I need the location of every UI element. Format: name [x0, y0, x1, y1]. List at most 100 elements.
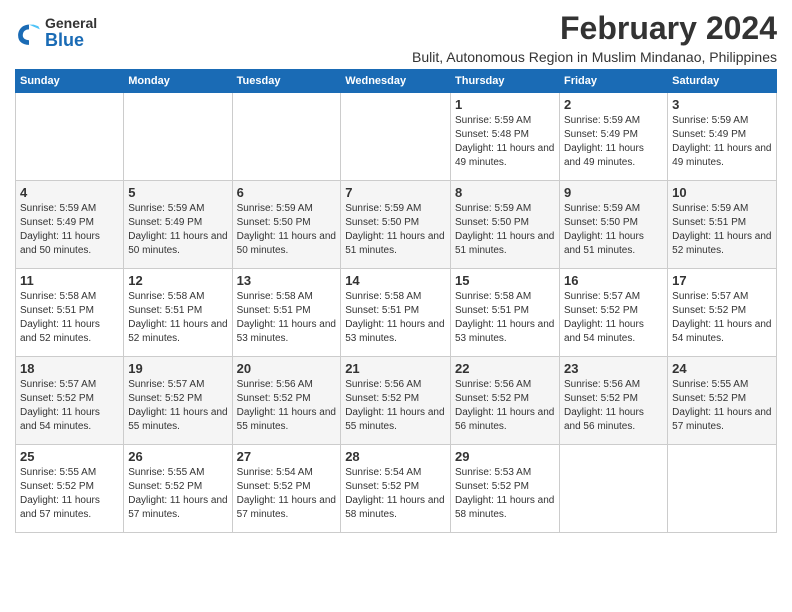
- day-number: 11: [20, 273, 119, 288]
- day-info: Sunrise: 5:59 AMSunset: 5:51 PMDaylight:…: [672, 202, 772, 258]
- calendar-row-4: 25 Sunrise: 5:55 AMSunset: 5:52 PMDayligh…: [16, 445, 777, 533]
- day-number: 28: [345, 449, 446, 464]
- calendar-cell: 24 Sunrise: 5:55 AMSunset: 5:52 PMDayligh…: [668, 357, 777, 445]
- calendar-cell: [668, 445, 777, 533]
- calendar-cell: 27 Sunrise: 5:54 AMSunset: 5:52 PMDayligh…: [232, 445, 341, 533]
- col-header-tuesday: Tuesday: [232, 70, 341, 93]
- day-info: Sunrise: 5:59 AMSunset: 5:49 PMDaylight:…: [128, 202, 227, 258]
- day-info: Sunrise: 5:58 AMSunset: 5:51 PMDaylight:…: [455, 290, 555, 346]
- calendar-table: SundayMondayTuesdayWednesdayThursdayFrid…: [15, 69, 777, 533]
- calendar-cell: 28 Sunrise: 5:54 AMSunset: 5:52 PMDayligh…: [341, 445, 451, 533]
- day-number: 1: [455, 97, 555, 112]
- calendar-cell: 25 Sunrise: 5:55 AMSunset: 5:52 PMDayligh…: [16, 445, 124, 533]
- day-number: 5: [128, 185, 227, 200]
- header: General Blue February 2024 Bulit, Autono…: [15, 10, 777, 65]
- calendar-cell: 18 Sunrise: 5:57 AMSunset: 5:52 PMDayligh…: [16, 357, 124, 445]
- calendar-cell: 3 Sunrise: 5:59 AMSunset: 5:49 PMDaylight…: [668, 93, 777, 181]
- calendar-row-1: 4Sunrise: 5:59 AMSunset: 5:49 PMDaylight…: [16, 181, 777, 269]
- day-info: Sunrise: 5:55 AMSunset: 5:52 PMDaylight:…: [128, 466, 227, 522]
- col-header-friday: Friday: [559, 70, 667, 93]
- day-number: 16: [564, 273, 663, 288]
- day-number: 14: [345, 273, 446, 288]
- day-number: 24: [672, 361, 772, 376]
- day-number: 15: [455, 273, 555, 288]
- day-number: 27: [237, 449, 337, 464]
- day-info: Sunrise: 5:59 AMSunset: 5:49 PMDaylight:…: [564, 114, 663, 170]
- day-number: 3: [672, 97, 772, 112]
- day-number: 18: [20, 361, 119, 376]
- col-header-sunday: Sunday: [16, 70, 124, 93]
- calendar-cell: 22Sunrise: 5:56 AMSunset: 5:52 PMDayligh…: [451, 357, 560, 445]
- subtitle: Bulit, Autonomous Region in Muslim Minda…: [412, 49, 777, 65]
- calendar-cell: 2 Sunrise: 5:59 AMSunset: 5:49 PMDaylight…: [559, 93, 667, 181]
- day-number: 12: [128, 273, 227, 288]
- day-info: Sunrise: 5:54 AMSunset: 5:52 PMDaylight:…: [345, 466, 446, 522]
- day-number: 26: [128, 449, 227, 464]
- logo-text: General Blue: [45, 16, 97, 51]
- logo-blue-text: Blue: [45, 31, 97, 51]
- calendar-cell: 17 Sunrise: 5:57 AMSunset: 5:52 PMDayligh…: [668, 269, 777, 357]
- col-header-monday: Monday: [124, 70, 232, 93]
- calendar-cell: 20 Sunrise: 5:56 AMSunset: 5:52 PMDayligh…: [232, 357, 341, 445]
- calendar-cell: 14 Sunrise: 5:58 AMSunset: 5:51 PMDayligh…: [341, 269, 451, 357]
- day-info: Sunrise: 5:59 AMSunset: 5:50 PMDaylight:…: [455, 202, 555, 258]
- logo: General Blue: [15, 16, 97, 51]
- day-info: Sunrise: 5:58 AMSunset: 5:51 PMDaylight:…: [345, 290, 446, 346]
- day-info: Sunrise: 5:59 AMSunset: 5:49 PMDaylight:…: [20, 202, 119, 258]
- calendar-cell: 9Sunrise: 5:59 AMSunset: 5:50 PMDaylight…: [559, 181, 667, 269]
- day-number: 9: [564, 185, 663, 200]
- day-number: 10: [672, 185, 772, 200]
- day-number: 17: [672, 273, 772, 288]
- calendar-cell: [124, 93, 232, 181]
- day-number: 8: [455, 185, 555, 200]
- title-area: February 2024 Bulit, Autonomous Region i…: [412, 10, 777, 65]
- calendar-cell: 4Sunrise: 5:59 AMSunset: 5:49 PMDaylight…: [16, 181, 124, 269]
- day-info: Sunrise: 5:58 AMSunset: 5:51 PMDaylight:…: [20, 290, 119, 346]
- day-info: Sunrise: 5:55 AMSunset: 5:52 PMDaylight:…: [20, 466, 119, 522]
- calendar-row-3: 18 Sunrise: 5:57 AMSunset: 5:52 PMDayligh…: [16, 357, 777, 445]
- day-info: Sunrise: 5:57 AMSunset: 5:52 PMDaylight:…: [672, 290, 772, 346]
- calendar-cell: 13Sunrise: 5:58 AMSunset: 5:51 PMDayligh…: [232, 269, 341, 357]
- day-number: 29: [455, 449, 555, 464]
- day-number: 21: [345, 361, 446, 376]
- day-info: Sunrise: 5:55 AMSunset: 5:52 PMDaylight:…: [672, 378, 772, 434]
- day-info: Sunrise: 5:59 AMSunset: 5:50 PMDaylight:…: [237, 202, 337, 258]
- calendar-cell: [559, 445, 667, 533]
- day-info: Sunrise: 5:56 AMSunset: 5:52 PMDaylight:…: [345, 378, 446, 434]
- calendar-cell: 23 Sunrise: 5:56 AMSunset: 5:52 PMDayligh…: [559, 357, 667, 445]
- day-number: 23: [564, 361, 663, 376]
- day-info: Sunrise: 5:58 AMSunset: 5:51 PMDaylight:…: [128, 290, 227, 346]
- month-title: February 2024: [412, 10, 777, 47]
- day-number: 20: [237, 361, 337, 376]
- day-info: Sunrise: 5:56 AMSunset: 5:52 PMDaylight:…: [455, 378, 555, 434]
- day-number: 13: [237, 273, 337, 288]
- calendar-cell: [232, 93, 341, 181]
- day-info: Sunrise: 5:54 AMSunset: 5:52 PMDaylight:…: [237, 466, 337, 522]
- calendar-cell: 8 Sunrise: 5:59 AMSunset: 5:50 PMDaylight…: [451, 181, 560, 269]
- calendar-cell: 11 Sunrise: 5:58 AMSunset: 5:51 PMDayligh…: [16, 269, 124, 357]
- calendar-cell: 5 Sunrise: 5:59 AMSunset: 5:49 PMDaylight…: [124, 181, 232, 269]
- day-info: Sunrise: 5:53 AMSunset: 5:52 PMDaylight:…: [455, 466, 555, 522]
- calendar-cell: 29 Sunrise: 5:53 AMSunset: 5:52 PMDayligh…: [451, 445, 560, 533]
- day-number: 6: [237, 185, 337, 200]
- day-number: 25: [20, 449, 119, 464]
- calendar-cell: 16 Sunrise: 5:57 AMSunset: 5:52 PMDayligh…: [559, 269, 667, 357]
- calendar-cell: 6 Sunrise: 5:59 AMSunset: 5:50 PMDaylight…: [232, 181, 341, 269]
- day-info: Sunrise: 5:57 AMSunset: 5:52 PMDaylight:…: [128, 378, 227, 434]
- day-info: Sunrise: 5:56 AMSunset: 5:52 PMDaylight:…: [237, 378, 337, 434]
- day-info: Sunrise: 5:56 AMSunset: 5:52 PMDaylight:…: [564, 378, 663, 434]
- day-number: 2: [564, 97, 663, 112]
- day-info: Sunrise: 5:57 AMSunset: 5:52 PMDaylight:…: [20, 378, 119, 434]
- calendar-cell: 19Sunrise: 5:57 AMSunset: 5:52 PMDayligh…: [124, 357, 232, 445]
- day-info: Sunrise: 5:59 AMSunset: 5:49 PMDaylight:…: [672, 114, 772, 170]
- calendar-row-2: 11 Sunrise: 5:58 AMSunset: 5:51 PMDayligh…: [16, 269, 777, 357]
- calendar-cell: 1 Sunrise: 5:59 AMSunset: 5:48 PMDaylight…: [451, 93, 560, 181]
- calendar-cell: [341, 93, 451, 181]
- day-number: 7: [345, 185, 446, 200]
- calendar-cell: 10 Sunrise: 5:59 AMSunset: 5:51 PMDayligh…: [668, 181, 777, 269]
- day-info: Sunrise: 5:59 AMSunset: 5:48 PMDaylight:…: [455, 114, 555, 170]
- day-info: Sunrise: 5:57 AMSunset: 5:52 PMDaylight:…: [564, 290, 663, 346]
- calendar-cell: 15 Sunrise: 5:58 AMSunset: 5:51 PMDayligh…: [451, 269, 560, 357]
- calendar-row-0: 1 Sunrise: 5:59 AMSunset: 5:48 PMDaylight…: [16, 93, 777, 181]
- logo-general-text: General: [45, 16, 97, 31]
